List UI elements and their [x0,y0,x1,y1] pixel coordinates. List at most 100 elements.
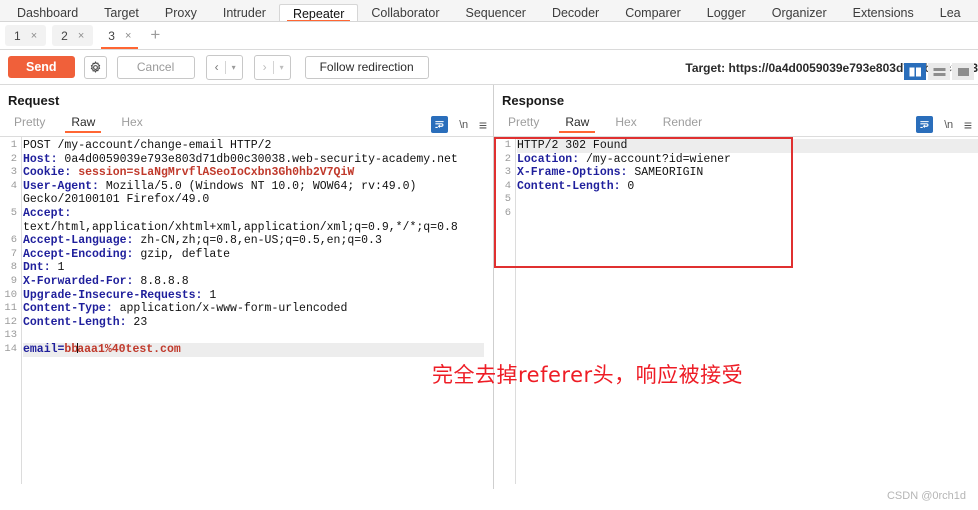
response-pane-title: Response [502,93,565,108]
main-tab-logger[interactable]: Logger [694,3,759,21]
word-wrap-glyph [920,121,929,129]
request-view-tabs: Pretty Raw Hex \n ≡ [0,112,493,137]
send-button[interactable]: Send [8,56,75,78]
response-menu-icon[interactable]: ≡ [964,118,972,132]
close-icon[interactable]: × [78,30,84,42]
response-code[interactable]: HTTP/2 302 Found Location: /my-account?id… [517,137,978,221]
main-tab-decoder[interactable]: Decoder [539,3,612,21]
main-tab-bar: Dashboard Target Proxy Intruder Repeater Coll… [0,0,978,22]
request-code-line: X-Forwarded-For: 8.8.8.8 [23,274,189,288]
main-tab-proxy[interactable]: Proxy [152,3,210,21]
layout-stacked-button[interactable] [928,63,950,80]
main-tab-comparer[interactable]: Comparer [612,3,694,21]
response-line-numbers: 123456 [494,137,516,484]
word-wrap-icon[interactable] [431,116,449,133]
word-wrap-glyph [435,121,444,129]
burp-suite-window: Dashboard Target Proxy Intruder Repeater Coll… [0,0,978,510]
response-line-number: 6 [504,206,511,219]
request-line-number: 2 [10,152,17,165]
request-line-number: 7 [10,247,17,260]
request-pane: Request Pretty Raw Hex \n ≡ 1 2 3 4 5 6 7 8 9 10 11 1… [0,85,494,489]
response-line-number: 3 [504,166,511,179]
next-request-button[interactable]: › ▾ [253,54,291,80]
request-line-number: 9 [10,274,17,287]
repeater-tab-3[interactable]: 3 × [99,25,141,49]
request-code-line: Content-Length: 23 [23,315,148,329]
back-arrow-icon: ‹ [214,59,219,74]
request-view-tab-pretty[interactable]: Pretty [8,115,51,133]
newline-toggle[interactable]: \n [944,119,953,131]
main-tab-collaborator[interactable]: Collaborator [358,3,452,21]
request-line-number: 10 [4,288,17,301]
response-line-number: 4 [504,179,511,192]
main-tab-repeater[interactable]: Repeater [278,4,359,21]
gear-icon [90,60,100,73]
request-code-line: Upgrade-Insecure-Requests: 1 [23,288,217,302]
pane-layout-toggle [904,63,974,80]
request-code-line: Cookie: session=sLaNgMrvflASeoIoCxbn3Gh0… [23,166,355,180]
new-repeater-tab-button[interactable]: + [146,26,166,45]
close-icon[interactable]: × [125,30,131,42]
annotation-text: 完全去掉referer头，响应被接受 [432,363,744,387]
layout-side-by-side-button[interactable] [904,63,926,80]
split-horizontal-icon [933,67,945,76]
main-tab-sequencer[interactable]: Sequencer [452,3,538,21]
forward-arrow-icon: › [262,59,267,74]
response-code-line: X-Frame-Options: SAMEORIGIN [517,166,704,180]
request-view-tab-hex[interactable]: Hex [115,115,148,133]
request-code-line: Gecko/20100101 Firefox/49.0 [23,193,210,207]
watermark: CSDN @0rch1d [886,490,966,502]
main-tab-extensions[interactable]: Extensions [840,3,927,21]
response-view-tab-render[interactable]: Render [657,115,708,133]
request-code[interactable]: POST /my-account/change-email HTTP/2 Host… [23,137,493,357]
main-tab-dashboard[interactable]: Dashboard [4,3,91,21]
repeater-tab-2[interactable]: 2 × [52,25,94,46]
response-editor[interactable]: 123456 HTTP/2 302 Found Location: /my-acc… [494,137,978,484]
newline-toggle[interactable]: \n [459,119,468,131]
response-view-tools: \n ≡ [916,112,972,137]
response-code-line: Content-Length: 0 [517,179,635,193]
main-tab-lea[interactable]: Lea [927,3,974,21]
main-tab-organizer[interactable]: Organizer [759,3,840,21]
close-icon[interactable]: × [31,30,37,42]
single-pane-icon [957,67,969,76]
split-vertical-icon [909,67,921,76]
repeater-tab-label: 2 [61,28,68,43]
request-code-line [23,329,493,343]
repeater-tab-1[interactable]: 1 × [5,25,47,46]
follow-redirection-button[interactable]: Follow redirection [304,55,429,79]
request-code-line: Host: 0a4d0059039e793e803d71db00c30038.w… [23,152,458,166]
repeater-tab-label: 1 [14,28,21,43]
request-line-number: 11 [4,302,17,315]
repeater-action-toolbar: Send Cancel ‹ ▾ › ▾ Follow redirection T… [0,50,978,85]
request-code-line: POST /my-account/change-email HTTP/2 [23,139,272,152]
request-line-number: 4 [10,179,17,192]
previous-request-button[interactable]: ‹ ▾ [205,54,243,80]
request-editor[interactable]: 1 2 3 4 5 6 7 8 9 10 11 12 13 14 POST /my-account/cha… [0,137,493,484]
request-line-number: 12 [4,315,17,328]
request-view-tab-raw[interactable]: Raw [65,115,102,133]
request-line-number: 8 [10,261,17,274]
request-line-number [0,221,21,235]
word-wrap-icon[interactable] [916,116,934,133]
main-tab-target[interactable]: Target [91,3,152,21]
response-line-number: 5 [504,193,511,206]
layout-single-button[interactable] [952,63,974,80]
request-response-panes: Request Pretty Raw Hex \n ≡ 1 2 3 4 5 6 7 8 9 10 11 1… [0,63,978,489]
main-tab-intruder[interactable]: Intruder [210,3,279,21]
request-scrollbar[interactable] [484,137,493,484]
request-view-tools: \n ≡ [431,112,487,137]
settings-gear-button[interactable] [83,55,107,79]
request-line-number: 6 [10,234,17,247]
request-code-line: Accept-Encoding: gzip, deflate [23,247,231,261]
response-view-tab-hex[interactable]: Hex [609,115,642,133]
cancel-button[interactable]: Cancel [116,55,195,79]
response-view-tab-raw[interactable]: Raw [559,115,596,133]
repeater-tab-label: 3 [108,28,115,43]
response-view-tab-pretty[interactable]: Pretty [502,115,545,133]
request-line-number: 14 [4,342,17,355]
request-menu-icon[interactable]: ≡ [479,118,487,132]
response-view-tabs: Pretty Raw Hex Render \n ≡ [494,112,978,137]
response-code-line [517,193,978,207]
request-pane-title: Request [8,93,60,108]
